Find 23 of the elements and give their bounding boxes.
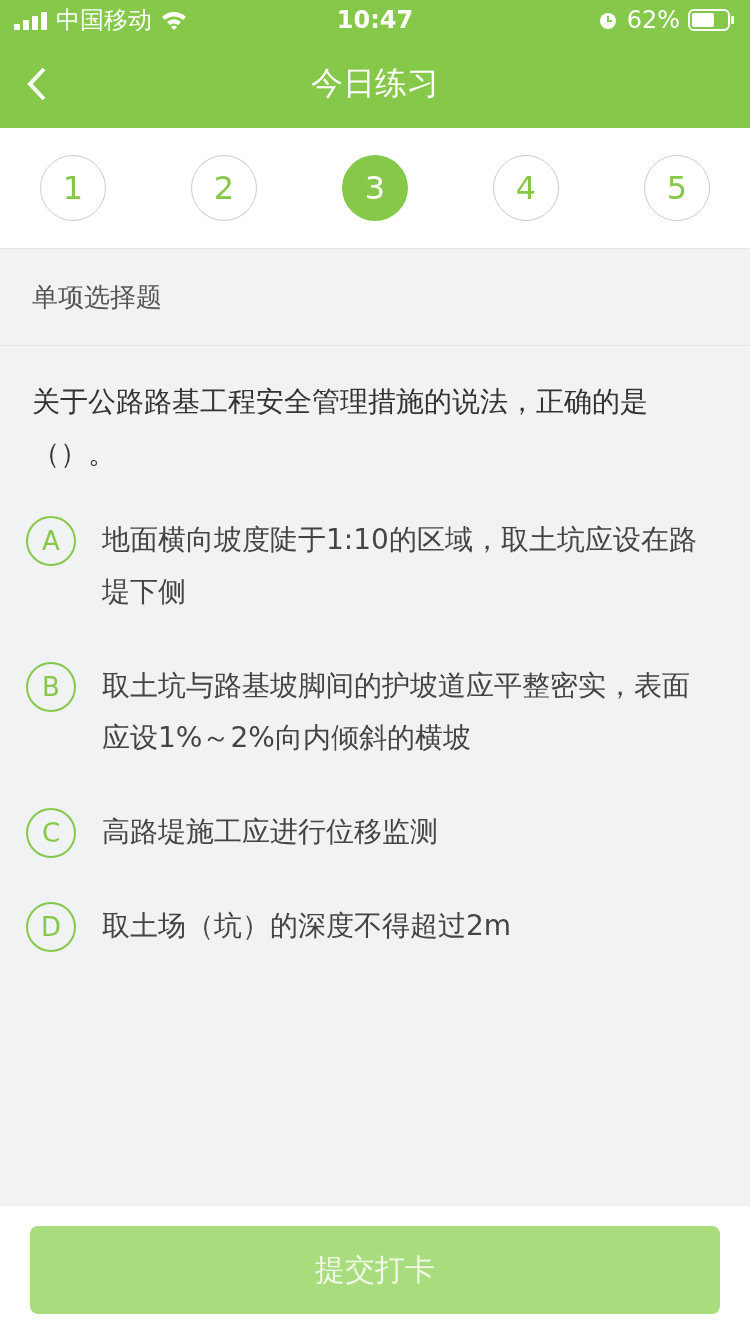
back-icon xyxy=(26,66,48,102)
option-letter[interactable]: B xyxy=(26,662,76,712)
question-number[interactable]: 4 xyxy=(493,155,559,221)
option-text[interactable]: 高路堤施工应进行位移监测 xyxy=(102,806,438,858)
option-text[interactable]: 取土场（坑）的深度不得超过2m xyxy=(102,900,512,952)
option-letter[interactable]: D xyxy=(26,902,76,952)
option-letter[interactable]: A xyxy=(26,516,76,566)
battery-icon xyxy=(688,9,736,31)
option-text[interactable]: 地面横向坡度陡于1:10的区域，取土坑应设在路堤下侧 xyxy=(102,514,704,618)
question-number[interactable]: 3 xyxy=(342,155,408,221)
question-type: 单项选择题 xyxy=(0,248,750,346)
status-time: 10:47 xyxy=(336,6,414,34)
wifi-icon xyxy=(160,10,188,30)
signal-icon xyxy=(14,10,48,30)
option-text[interactable]: 取土坑与路基坡脚间的护坡道应平整密实，表面应设1%～2%向内倾斜的横坡 xyxy=(102,660,704,764)
question-number[interactable]: 1 xyxy=(40,155,106,221)
page-title: 今日练习 xyxy=(311,63,439,104)
carrier-name: 中国移动 xyxy=(56,5,152,36)
question-text: 关于公路路基工程安全管理措施的说法，正确的是（）。 xyxy=(31,384,649,472)
battery-percent: 62% xyxy=(626,6,680,34)
question-number[interactable]: 5 xyxy=(644,155,710,221)
option-letter[interactable]: C xyxy=(26,808,76,858)
question-number[interactable]: 2 xyxy=(191,155,257,221)
